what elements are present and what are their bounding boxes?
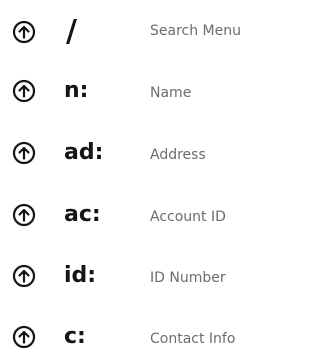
- shortcut-row-id-number[interactable]: id: ID Number: [0, 256, 278, 296]
- circle-arrow-up-icon: [12, 20, 36, 44]
- search-shortcut-list: / Search Menu n: Name ad: Address ac: Ac…: [0, 0, 278, 360]
- circle-arrow-up-icon: [12, 79, 36, 103]
- shortcut-description: Address: [150, 147, 206, 163]
- shortcut-row-search-menu[interactable]: / Search Menu: [0, 12, 278, 52]
- circle-arrow-up-icon: [12, 141, 36, 165]
- shortcut-description: Name: [150, 85, 192, 101]
- shortcut-key: id:: [64, 263, 97, 288]
- shortcut-description: Search Menu: [150, 23, 241, 39]
- circle-arrow-up-icon: [12, 325, 36, 349]
- shortcut-description: ID Number: [150, 270, 226, 286]
- shortcut-key: /: [66, 14, 77, 49]
- shortcut-key: ac:: [64, 202, 101, 227]
- shortcut-description: Account ID: [150, 209, 226, 225]
- shortcut-key: n:: [64, 78, 89, 103]
- shortcut-key: c:: [64, 324, 86, 349]
- shortcut-description: Contact Info: [150, 331, 236, 347]
- shortcut-row-contact-info[interactable]: c: Contact Info: [0, 317, 278, 357]
- shortcut-row-account-id[interactable]: ac: Account ID: [0, 195, 278, 235]
- circle-arrow-up-icon: [12, 203, 36, 227]
- shortcut-row-address[interactable]: ad: Address: [0, 133, 278, 173]
- shortcut-row-name[interactable]: n: Name: [0, 71, 278, 111]
- circle-arrow-up-icon: [12, 264, 36, 288]
- shortcut-key: ad:: [64, 140, 104, 165]
